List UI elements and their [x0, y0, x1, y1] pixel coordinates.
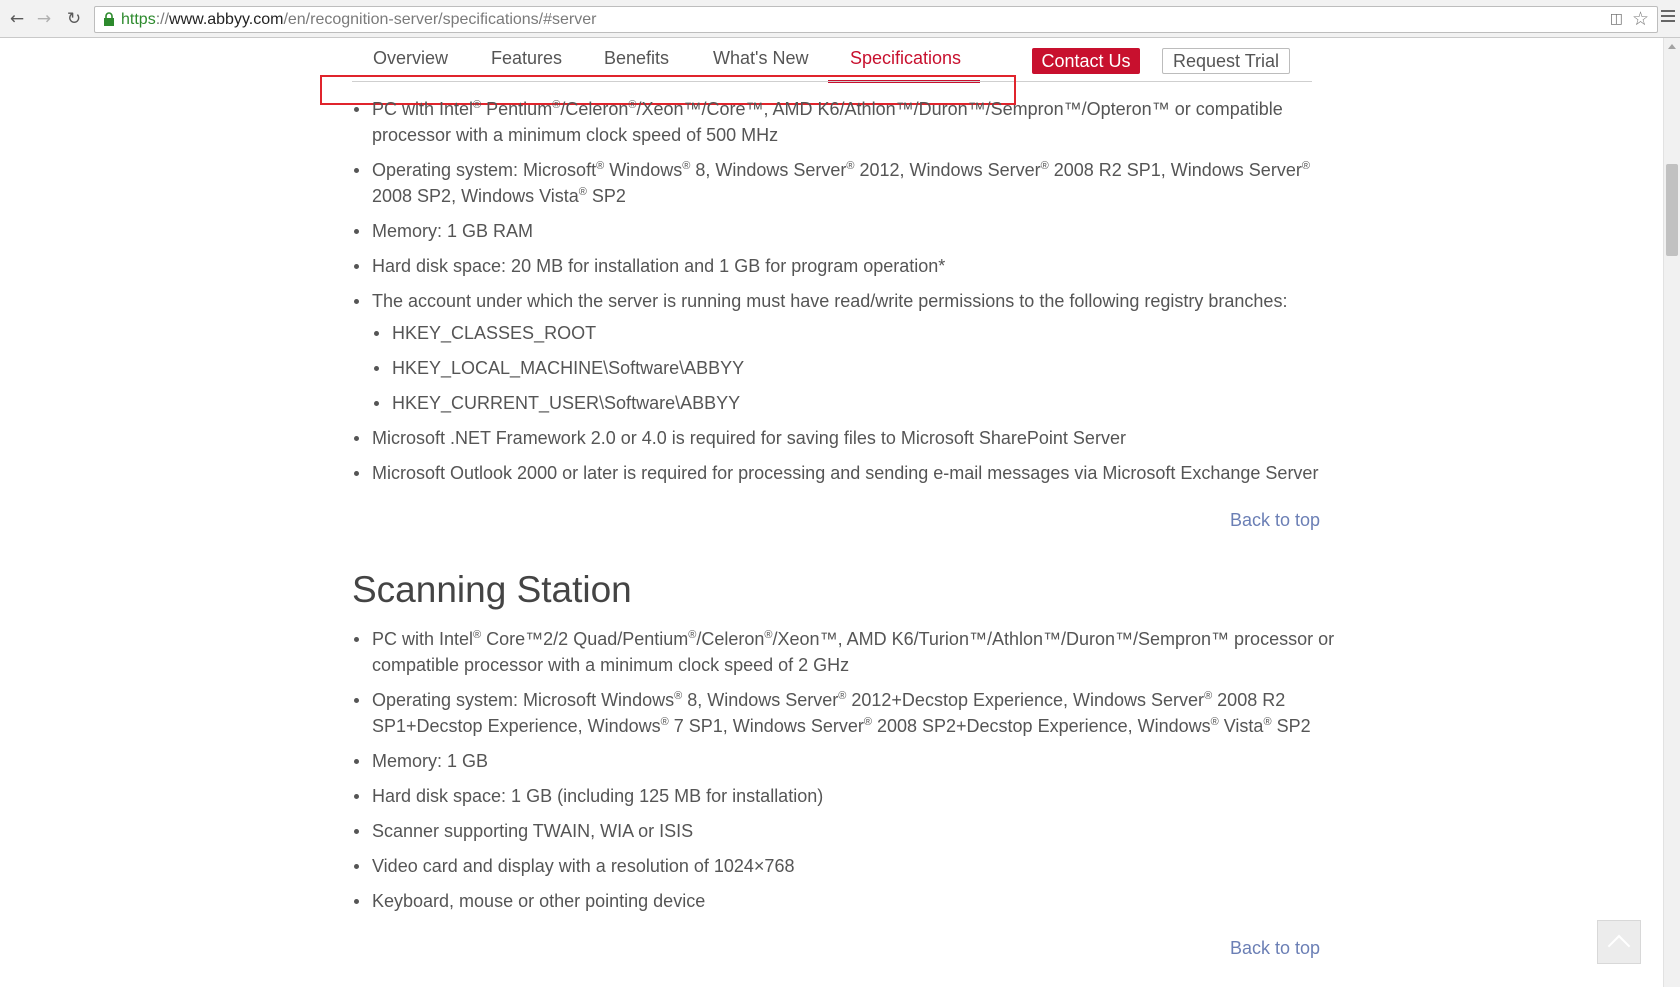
scroll-up-arrow-icon[interactable] [1668, 44, 1676, 49]
browser-toolbar: ← → ↻ https://www.abbyy.com/en/recogniti… [0, 0, 1680, 38]
menu-icon[interactable] [1661, 10, 1675, 24]
server-requirements-list: PC with Intel® Pentium®/Celeron®/Xeon™/C… [352, 96, 1337, 486]
scan-req-cpu: PC with Intel® Core™2/2 Quad/Pentium®/Ce… [372, 629, 1335, 675]
list-item: Operating system: Microsoft® Windows® 8,… [352, 157, 1337, 209]
url-host: www.abbyy.com [169, 11, 284, 28]
lock-icon [104, 12, 114, 26]
scan-req-os: Operating system: Microsoft Windows® 8, … [372, 690, 1311, 736]
list-item: HKEY_LOCAL_MACHINE\Software\ABBYY [372, 355, 1337, 381]
url-separator: :// [155, 11, 170, 28]
scanning-station-heading: Scanning Station [352, 569, 632, 610]
list-item: HKEY_CURRENT_USER\Software\ABBYY [372, 390, 1337, 416]
list-item: Keyboard, mouse or other pointing device [352, 888, 1337, 914]
server-req-memory: Memory: 1 GB RAM [372, 221, 534, 241]
list-item: PC with Intel® Pentium®/Celeron®/Xeon™/C… [352, 96, 1337, 148]
scan-req-disk: Hard disk space: 1 GB (including 125 MB … [372, 786, 824, 806]
scroll-thumb[interactable] [1666, 164, 1678, 256]
server-req-dotnet: Microsoft .NET Framework 2.0 or 4.0 is r… [372, 428, 1126, 448]
registry-branches-list: HKEY_CLASSES_ROOT HKEY_LOCAL_MACHINE\Sof… [372, 320, 1337, 416]
list-item: Hard disk space: 20 MB for installation … [352, 253, 1337, 279]
back-to-top-link[interactable]: Back to top [352, 510, 1320, 531]
server-req-disk: Hard disk space: 20 MB for installation … [372, 256, 946, 276]
tab-whats-new[interactable]: What's New [713, 48, 808, 69]
tab-features[interactable]: Features [491, 48, 562, 69]
chevron-up-icon [1607, 934, 1631, 958]
list-item: Hard disk space: 1 GB (including 125 MB … [352, 783, 1337, 809]
tab-specifications[interactable]: Specifications [850, 48, 961, 69]
scroll-to-top-button[interactable] [1597, 920, 1641, 964]
scan-req-display: Video card and display with a resolution… [372, 856, 795, 876]
back-to-top-link[interactable]: Back to top [352, 938, 1320, 959]
scan-req-scanner: Scanner supporting TWAIN, WIA or ISIS [372, 821, 694, 841]
star-icon[interactable]: ☆ [1632, 8, 1649, 30]
list-item: Memory: 1 GB RAM [352, 218, 1337, 244]
contact-us-button[interactable]: Contact Us [1032, 48, 1140, 74]
address-bar[interactable]: https://www.abbyy.com/en/recognition-ser… [94, 6, 1658, 33]
list-item: Microsoft .NET Framework 2.0 or 4.0 is r… [352, 425, 1337, 451]
url-scheme: https [121, 11, 156, 28]
back-arrow-icon[interactable]: ← [6, 8, 28, 30]
scan-req-input: Keyboard, mouse or other pointing device [372, 891, 706, 911]
list-item: Microsoft Outlook 2000 or later is requi… [352, 460, 1337, 486]
server-req-permissions: The account under which the server is ru… [372, 291, 1288, 311]
server-req-cpu: PC with Intel® Pentium®/Celeron®/Xeon™/C… [372, 99, 1283, 145]
scan-req-memory: Memory: 1 GB [372, 751, 489, 771]
list-item: PC with Intel® Core™2/2 Quad/Pentium®/Ce… [352, 626, 1337, 678]
specifications-content: PC with Intel® Pentium®/Celeron®/Xeon™/C… [352, 96, 1337, 959]
list-item: Operating system: Microsoft Windows® 8, … [352, 687, 1337, 739]
list-item: Scanner supporting TWAIN, WIA or ISIS [352, 818, 1337, 844]
page-scrollbar[interactable] [1663, 38, 1680, 987]
tab-benefits[interactable]: Benefits [604, 48, 669, 69]
list-item: Memory: 1 GB [352, 748, 1337, 774]
tab-overview[interactable]: Overview [373, 48, 448, 69]
server-req-outlook: Microsoft Outlook 2000 or later is requi… [372, 463, 1319, 483]
list-item: HKEY_CLASSES_ROOT [372, 320, 1337, 346]
scanning-requirements-list: PC with Intel® Core™2/2 Quad/Pentium®/Ce… [352, 626, 1337, 914]
url-text: https://www.abbyy.com/en/recognition-ser… [121, 11, 596, 29]
list-item: Video card and display with a resolution… [352, 853, 1337, 879]
forward-arrow-icon[interactable]: → [33, 8, 55, 30]
list-item: The account under which the server is ru… [352, 288, 1337, 416]
server-req-os: Operating system: Microsoft® Windows® 8,… [372, 160, 1310, 206]
reload-icon[interactable]: ↻ [63, 8, 85, 30]
request-trial-button[interactable]: Request Trial [1162, 48, 1290, 74]
translate-icon[interactable]: ◫ [1610, 11, 1623, 27]
url-path: /en/recognition-server/specifications/#s… [283, 11, 597, 28]
